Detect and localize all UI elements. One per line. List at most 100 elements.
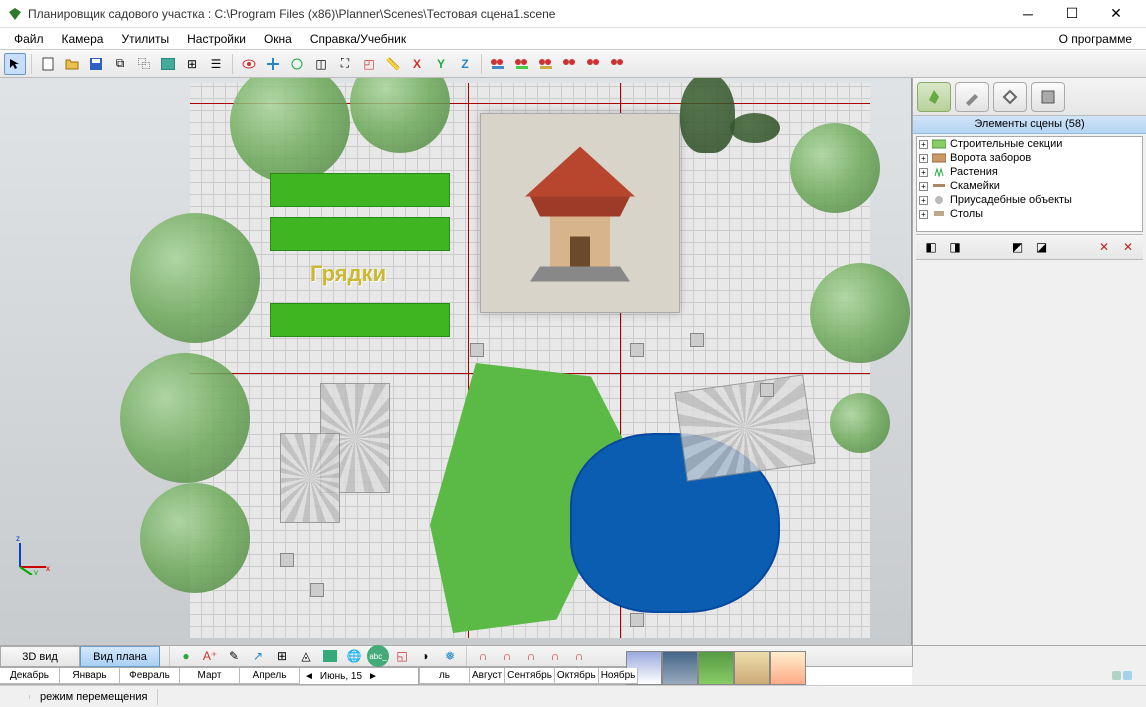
tree-btn-2[interactable]: ◨ <box>944 236 966 258</box>
tree-object[interactable] <box>810 263 910 363</box>
season-winter[interactable]: ЗИМА <box>0 667 180 685</box>
season-summer[interactable]: ЕТО <box>418 667 468 685</box>
garden-bed[interactable] <box>270 217 450 251</box>
menu-file[interactable]: Файл <box>6 30 52 48</box>
expand-icon[interactable]: + <box>919 168 928 177</box>
rocks[interactable] <box>280 433 340 523</box>
small-object[interactable] <box>630 343 644 357</box>
magnet-4[interactable]: ∩ <box>544 645 566 667</box>
garden-bed[interactable] <box>270 303 450 337</box>
date-prev[interactable]: ◄ <box>304 671 314 682</box>
tab-scene[interactable] <box>917 82 951 112</box>
tree-row[interactable]: +Скамейки <box>917 179 1142 193</box>
magnet-5[interactable]: ∩ <box>568 645 590 667</box>
menu-help[interactable]: Справка/Учебник <box>302 30 414 48</box>
bt-2[interactable]: A⁺ <box>199 645 221 667</box>
bt-5[interactable]: ⊞ <box>271 645 293 667</box>
tree-row[interactable]: +Ворота заборов <box>917 151 1142 165</box>
thumb-4[interactable] <box>734 651 770 685</box>
expand-icon[interactable]: + <box>919 154 928 163</box>
thumb-1[interactable] <box>626 651 662 685</box>
axis-x-button[interactable]: X <box>406 53 428 75</box>
magnet-3[interactable]: ∩ <box>520 645 542 667</box>
list-button[interactable]: ☰ <box>205 53 227 75</box>
garden-bed[interactable] <box>270 173 450 207</box>
tree-object[interactable] <box>120 353 250 483</box>
menu-camera[interactable]: Камера <box>54 30 112 48</box>
zoom-fit-button[interactable]: ⛶ <box>334 53 356 75</box>
small-object[interactable] <box>630 613 644 627</box>
magnet-2[interactable]: ∩ <box>496 645 518 667</box>
maximize-button[interactable]: ☐ <box>1050 0 1094 28</box>
zoom-region-button[interactable]: ◰ <box>358 53 380 75</box>
tab-materials[interactable] <box>1031 82 1065 112</box>
bt-6[interactable]: ◬ <box>295 645 317 667</box>
date-next[interactable]: ► <box>368 671 378 682</box>
menu-about[interactable]: О программе <box>1051 30 1140 48</box>
cam1-button[interactable] <box>487 53 509 75</box>
cam5-button[interactable] <box>583 53 605 75</box>
open-button[interactable] <box>61 53 83 75</box>
move-tool[interactable] <box>262 53 284 75</box>
small-object[interactable] <box>470 343 484 357</box>
bt-3[interactable]: ✎ <box>223 645 245 667</box>
axis-z-button[interactable]: Z <box>454 53 476 75</box>
minimize-button[interactable]: ─ <box>1006 0 1050 28</box>
select-tool[interactable] <box>4 53 26 75</box>
canvas[interactable]: Грядки <box>190 83 870 638</box>
cam2-button[interactable] <box>511 53 533 75</box>
small-object[interactable] <box>280 553 294 567</box>
menu-settings[interactable]: Настройки <box>179 30 254 48</box>
bt-11[interactable]: ◗ <box>415 645 437 667</box>
tree-object[interactable] <box>790 123 880 213</box>
cam4-button[interactable] <box>559 53 581 75</box>
small-object[interactable] <box>690 333 704 347</box>
axis-y-button[interactable]: Y <box>430 53 452 75</box>
expand-icon[interactable]: + <box>919 140 928 149</box>
bt-12[interactable]: ❅ <box>439 645 461 667</box>
small-object[interactable] <box>310 583 324 597</box>
tree-row[interactable]: +Растения <box>917 165 1142 179</box>
bt-4[interactable]: ↗ <box>247 645 269 667</box>
rocks[interactable] <box>674 374 815 481</box>
bt-9[interactable]: abc_ <box>367 645 389 667</box>
measure-button[interactable]: 📏 <box>382 53 404 75</box>
new-button[interactable] <box>37 53 59 75</box>
tab-props[interactable] <box>993 82 1027 112</box>
cam3-button[interactable] <box>535 53 557 75</box>
expand-icon[interactable]: + <box>919 196 928 205</box>
tree-row[interactable]: +Приусадебные объекты <box>917 193 1142 207</box>
expand-icon[interactable]: + <box>919 210 928 219</box>
tree-object[interactable] <box>130 213 260 343</box>
menu-windows[interactable]: Окна <box>256 30 300 48</box>
scale-tool[interactable]: ◫ <box>310 53 332 75</box>
copy-button[interactable]: ⿻ <box>133 53 155 75</box>
expand-icon[interactable]: + <box>919 182 928 191</box>
view-3d-button[interactable]: 3D вид <box>0 646 80 667</box>
thumb-2[interactable] <box>662 651 698 685</box>
tree-btn-3[interactable]: ◩ <box>1007 236 1029 258</box>
link-button[interactable]: ⧉ <box>109 53 131 75</box>
menu-utilities[interactable]: Утилиты <box>113 30 177 48</box>
thumb-5[interactable] <box>770 651 806 685</box>
close-button[interactable]: ✕ <box>1094 0 1138 28</box>
tree-row[interactable]: +Столы <box>917 207 1142 221</box>
view-button[interactable] <box>238 53 260 75</box>
rotate-tool[interactable] <box>286 53 308 75</box>
bt-7[interactable] <box>319 645 341 667</box>
tab-tools[interactable] <box>955 82 989 112</box>
view-plan-button[interactable]: Вид плана <box>80 646 160 667</box>
tree-row[interactable]: +Строительные секции <box>917 137 1142 151</box>
tree-delete-1[interactable]: ✕ <box>1093 236 1115 258</box>
tree-btn-4[interactable]: ◪ <box>1031 236 1053 258</box>
cam6-button[interactable] <box>607 53 629 75</box>
tree-object[interactable] <box>680 78 735 153</box>
tree-list[interactable]: +Строительные секции +Ворота заборов +Ра… <box>916 136 1143 232</box>
bt-8[interactable]: 🌐 <box>343 645 365 667</box>
grid-button[interactable]: ⊞ <box>181 53 203 75</box>
image-button[interactable] <box>157 53 179 75</box>
bush-object[interactable] <box>730 113 780 143</box>
tree-object[interactable] <box>140 483 250 593</box>
magnet-1[interactable]: ∩ <box>472 645 494 667</box>
tree-object[interactable] <box>830 393 890 453</box>
